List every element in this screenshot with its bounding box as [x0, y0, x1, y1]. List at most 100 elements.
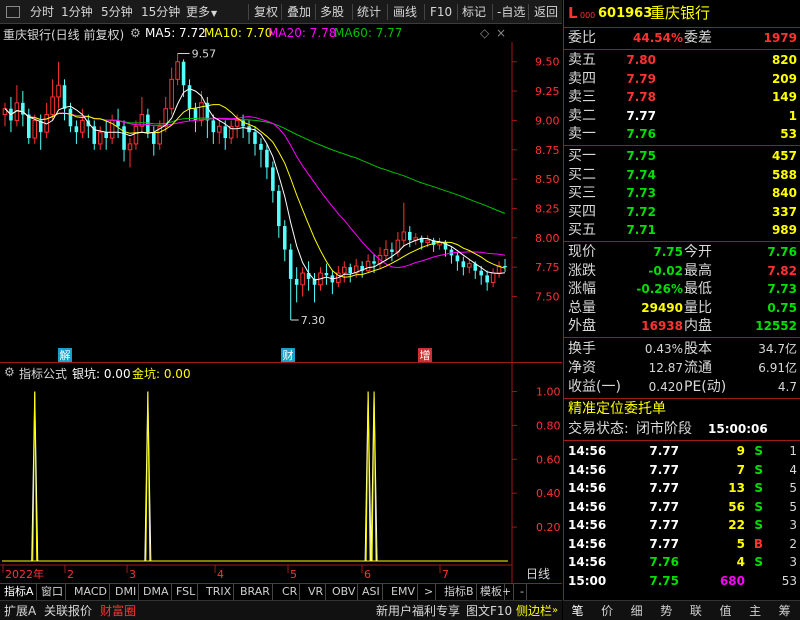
toolbar-btn-13[interactable]: 返回: [534, 0, 558, 24]
toolbar-btn-2[interactable]: 5分钟: [101, 0, 133, 24]
candle[interactable]: [241, 114, 245, 139]
toolbar-btn-11[interactable]: 标记: [462, 0, 486, 24]
quote-tab-6[interactable]: 主: [741, 601, 770, 620]
candle[interactable]: [330, 270, 335, 295]
indicator-tab-4[interactable]: DMA: [141, 584, 172, 600]
toolbar-btn-8[interactable]: 统计: [357, 0, 381, 24]
indicator-tab-5[interactable]: FSL: [174, 584, 199, 600]
indicator-tab-15[interactable]: +: [500, 584, 515, 600]
candle[interactable]: [455, 251, 460, 271]
candle[interactable]: [157, 120, 163, 150]
candle[interactable]: [282, 220, 287, 262]
candle[interactable]: [461, 256, 466, 276]
candle[interactable]: [187, 79, 192, 121]
candle[interactable]: [104, 120, 108, 150]
candle[interactable]: [163, 96, 168, 133]
status-link-1[interactable]: 图文F10: [466, 601, 512, 620]
toolbar-btn-5[interactable]: 复权: [254, 0, 278, 24]
event-marker[interactable]: 解: [58, 348, 72, 362]
candle[interactable]: [175, 53, 180, 86]
toolbar-btn-12[interactable]: -自选: [497, 0, 525, 24]
quote-tab-3[interactable]: 势: [652, 601, 681, 620]
candle[interactable]: [467, 258, 472, 274]
candle[interactable]: [228, 120, 234, 144]
candle[interactable]: [97, 126, 103, 150]
toolbar-btn-6[interactable]: 叠加: [287, 0, 311, 24]
candle[interactable]: [503, 258, 507, 272]
candle[interactable]: [44, 102, 49, 139]
candle[interactable]: [300, 267, 305, 297]
window-icon[interactable]: [6, 6, 20, 18]
candle[interactable]: [306, 261, 311, 291]
candle[interactable]: [496, 261, 502, 278]
indicator-tab-3[interactable]: DMI: [113, 584, 140, 600]
candle[interactable]: [56, 61, 61, 109]
status-link-2[interactable]: 侧边栏: [516, 601, 552, 620]
candle[interactable]: [21, 91, 25, 127]
candle[interactable]: [216, 120, 222, 144]
candle[interactable]: [413, 233, 419, 245]
indicator-tab-8[interactable]: CR: [280, 584, 301, 600]
candle[interactable]: [485, 270, 489, 291]
indicator-tab-2[interactable]: MACD: [72, 584, 110, 600]
candle[interactable]: [152, 126, 156, 156]
toolbar-btn-10[interactable]: F10: [430, 0, 452, 24]
candle[interactable]: [265, 143, 269, 180]
candle[interactable]: [62, 79, 67, 121]
toolbar-btn-1[interactable]: 1分钟: [61, 0, 93, 24]
indicator-tab-10[interactable]: OBV: [330, 584, 359, 600]
period-label[interactable]: 日线: [514, 566, 562, 583]
indicator-chart[interactable]: 1.00 0.80 0.60 0.40 0.20 2022年 2 3 4 5 6 7: [0, 363, 562, 583]
candle[interactable]: [109, 114, 115, 144]
indicator-tab-12[interactable]: EMV: [389, 584, 418, 600]
status-link-0[interactable]: 新用户福利专享: [376, 601, 460, 620]
candle[interactable]: [86, 114, 91, 139]
quote-tab-5[interactable]: 值: [711, 601, 740, 620]
candle[interactable]: [50, 79, 55, 121]
candle[interactable]: [294, 267, 299, 303]
candle[interactable]: [139, 96, 145, 133]
toolbar-btn-0[interactable]: 分时: [30, 0, 54, 24]
quote-tab-0[interactable]: 笔: [563, 601, 592, 620]
candle[interactable]: [407, 226, 412, 248]
indicator-tab-1[interactable]: 窗口: [39, 584, 66, 600]
candle[interactable]: [401, 202, 407, 248]
candle[interactable]: [259, 138, 263, 168]
candle[interactable]: [116, 108, 120, 139]
toolbar-btn-3[interactable]: 15分钟: [141, 0, 180, 24]
candle[interactable]: [74, 120, 79, 144]
candle[interactable]: [342, 261, 347, 283]
double-arrow-icon[interactable]: »: [552, 601, 558, 620]
indicator-tab-13[interactable]: 指标B: [442, 584, 477, 600]
toolbar-btn-7[interactable]: 多股: [320, 0, 344, 24]
diamond-icon[interactable]: ◇: [480, 26, 489, 40]
candle[interactable]: [365, 254, 371, 274]
candle[interactable]: [449, 247, 454, 264]
quote-tab-7[interactable]: 筹: [770, 601, 799, 620]
candle[interactable]: [122, 120, 126, 162]
toolbar-btn-4[interactable]: 更多▼: [186, 0, 217, 24]
candlestick-chart[interactable]: 9.50 9.25 9.00 8.75 8.50 8.25 8.00 7.75 7.50 9.57…: [0, 42, 562, 362]
candle[interactable]: [324, 263, 329, 285]
candle[interactable]: [348, 263, 353, 283]
indicator-tab-16[interactable]: -: [518, 584, 527, 600]
candle[interactable]: [205, 96, 210, 139]
status-btn-2[interactable]: 财富圈: [100, 601, 136, 620]
candle[interactable]: [490, 268, 496, 288]
close-icon[interactable]: ×: [496, 26, 506, 40]
indicator-tab-9[interactable]: VR: [306, 584, 327, 600]
candle[interactable]: [169, 67, 174, 115]
candle[interactable]: [437, 237, 442, 250]
arrow-right-icon[interactable]: >: [422, 584, 437, 600]
candle[interactable]: [312, 273, 317, 303]
quote-tab-2[interactable]: 细: [622, 601, 651, 620]
candle[interactable]: [2, 102, 8, 127]
candle[interactable]: [14, 85, 20, 127]
candle[interactable]: [92, 120, 97, 150]
indicator-tab-11[interactable]: ASI: [360, 584, 383, 600]
event-marker[interactable]: 增: [418, 348, 432, 362]
event-marker[interactable]: 财: [281, 348, 295, 362]
candle[interactable]: [288, 243, 293, 320]
status-btn-1[interactable]: 关联报价: [44, 601, 92, 620]
precise-order-link[interactable]: 精准定位委托单: [568, 400, 666, 419]
